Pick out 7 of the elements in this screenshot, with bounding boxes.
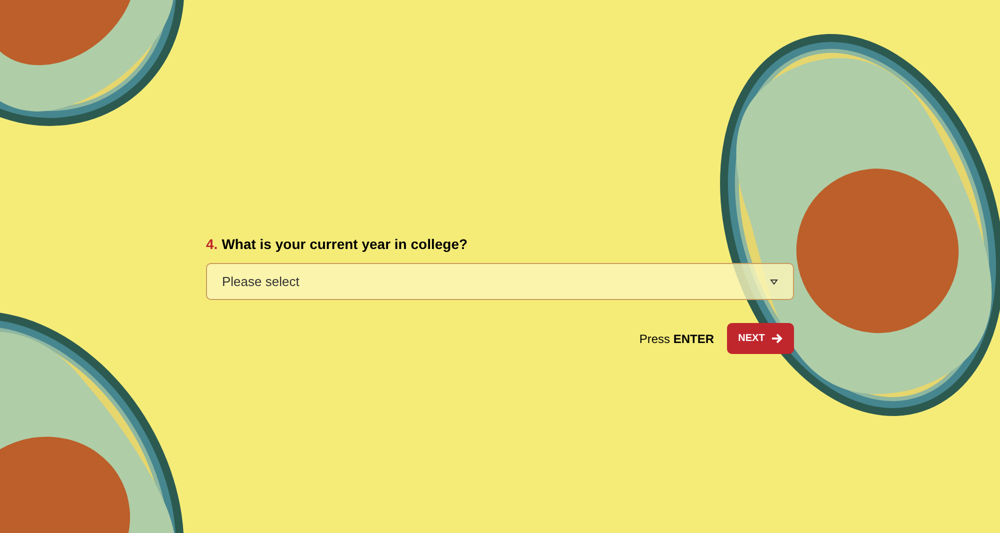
next-button[interactable]: NEXT [727,323,794,354]
arrow-right-icon [770,333,783,344]
press-enter-hint: Press ENTER [639,330,714,348]
caret-icon [770,278,778,284]
year-select[interactable]: Please select [206,263,794,300]
question-text: What is your current year in college? [222,235,468,254]
question-number: 4. [206,235,218,254]
